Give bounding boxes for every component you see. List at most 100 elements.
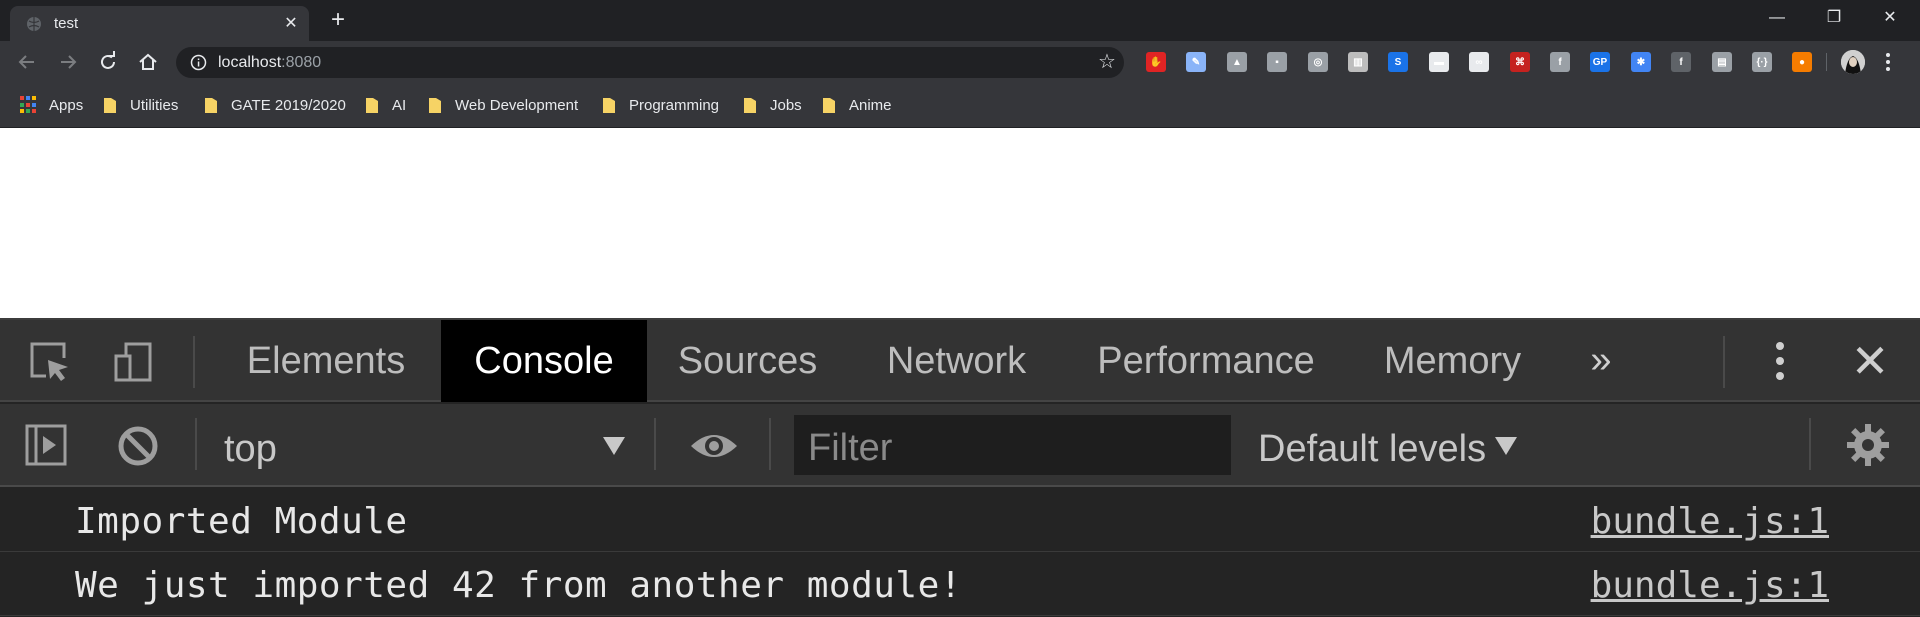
console-source-link[interactable]: bundle.js:1 [1591,565,1829,606]
bookmark-apps[interactable]: Apps [20,95,83,115]
tab-elements[interactable]: Elements [226,320,426,402]
folder-icon [823,97,835,113]
tab-strip: test ✕ + — ❐ ✕ [0,0,1920,41]
bookmark-label: AI [392,96,407,114]
devtools-separator [769,418,771,470]
folder-icon [205,97,217,113]
bookmark-folder-gate[interactable]: GATE 2019/2020 [204,95,346,115]
tab-close-icon[interactable]: ✕ [283,16,299,32]
devtools-separator [654,418,656,470]
console-source-link[interactable]: bundle.js:1 [1591,501,1829,542]
log-levels-dropdown[interactable]: Default levels [1258,428,1486,471]
back-icon[interactable] [14,49,40,75]
inspect-element-icon[interactable] [28,340,72,384]
avatar[interactable] [1841,50,1865,74]
gear-blue-icon[interactable]: ✱ [1631,52,1651,72]
tab-memory[interactable]: Memory [1356,320,1549,402]
facebook-icon[interactable]: f [1671,52,1691,72]
console-message-text: Imported Module [75,501,408,542]
browser-menu-icon[interactable] [1884,51,1892,73]
devtools-separator [1723,336,1725,388]
pdf-icon[interactable]: ⌘ [1510,52,1530,72]
url-port: :8080 [281,54,322,71]
tab-sources[interactable]: Sources [660,320,835,402]
android-icon[interactable]: ▪ [1267,52,1287,72]
new-tab-button[interactable]: + [326,8,350,33]
bookmark-label: Utilities [130,96,179,114]
console-toolbar: top Filter Default levels [0,404,1920,487]
info-icon[interactable] [190,54,207,71]
url-host: localhost [218,54,282,71]
devtools-separator [1809,418,1811,470]
printer-icon[interactable]: ▤ [1712,52,1732,72]
bookmark-star-icon[interactable]: ☆ [1098,52,1118,72]
apps-grid-icon [20,96,38,114]
console-message: Imported Module bundle.js:1 [0,489,1920,552]
minimize-icon[interactable]: — [1765,6,1789,30]
home-icon[interactable] [135,49,161,75]
more-tabs-icon[interactable]: » [1584,341,1618,380]
browser-toolbar: localhost:8080 ☆ ✋ ✎ ▲ ▪ ◎ ▥ S ▬ ∞ ⌘ f GP ✱ f ▤ {·} ● [0,41,1920,82]
folder-icon [104,97,116,113]
toolbar-divider [1826,53,1827,71]
bookmark-folder-web-development[interactable]: Web Development [428,95,578,115]
bookmarks-bar: Apps Utilities GATE 2019/2020 AI Web Dev… [0,82,1920,128]
reload-icon[interactable] [95,49,121,75]
ninja-icon[interactable]: ▬ [1429,52,1449,72]
eye-icon[interactable] [689,424,739,468]
bookmark-folder-utilities[interactable]: Utilities [103,95,178,115]
adblock-icon[interactable]: ✋ [1146,52,1166,72]
bookmark-label: Anime [849,96,892,114]
bookmark-folder-ai[interactable]: AI [365,95,406,115]
window-close-icon[interactable]: ✕ [1878,6,1902,30]
color-picker-icon[interactable]: ✎ [1186,52,1206,72]
bookmark-label: Apps [49,96,84,114]
url-text: localhost:8080 [218,54,321,72]
device-toolbar-icon[interactable] [112,340,156,384]
chevron-down-icon[interactable] [602,436,626,456]
clear-console-icon[interactable] [116,424,160,468]
tab-console[interactable]: Console [441,320,647,402]
bookmark-label: Jobs [770,96,802,114]
goggles-icon[interactable]: ∞ [1469,52,1489,72]
devtools-ext-icon[interactable]: {·} [1752,52,1772,72]
devtools-menu-icon[interactable] [1775,340,1785,382]
font-icon[interactable]: f [1550,52,1570,72]
console-message-text: We just imported 42 from another module! [75,565,962,606]
devtools-panel: Elements Console Sources Network Perform… [0,318,1920,617]
folder-icon [603,97,615,113]
console-message: We just imported 42 from another module!… [0,553,1920,616]
devtools-separator [195,418,197,470]
bookmark-folder-jobs[interactable]: Jobs [743,95,802,115]
skype-icon[interactable]: S [1388,52,1408,72]
tab-performance[interactable]: Performance [1086,320,1326,402]
browser-tab[interactable]: test ✕ [10,6,309,41]
bookmark-label: Programming [629,96,720,114]
gear-icon[interactable] [1846,423,1890,467]
chevron-down-icon[interactable] [1494,436,1518,456]
folder-icon [429,97,441,113]
show-sidebar-icon[interactable] [24,423,68,467]
bookmark-label: GATE 2019/2020 [231,96,346,114]
bookmark-folder-programming[interactable]: Programming [602,95,719,115]
tab-network[interactable]: Network [858,320,1055,402]
library-icon[interactable]: ▥ [1348,52,1368,72]
media-icon[interactable]: ◎ [1308,52,1328,72]
filter-placeholder: Filter [808,427,893,469]
address-bar[interactable]: localhost:8080 ☆ [176,47,1124,78]
devtools-tab-bar: Elements Console Sources Network Perform… [0,320,1920,402]
devtools-close-icon[interactable]: ✕ [1850,338,1890,384]
devtools-separator [193,336,195,388]
forward-icon[interactable] [55,49,81,75]
folder-icon [744,97,756,113]
fire-icon[interactable]: ● [1792,52,1812,72]
drive-icon[interactable]: ▲ [1227,52,1247,72]
gp-icon[interactable]: GP [1590,52,1610,72]
bookmark-label: Web Development [455,96,579,114]
tab-title: test [54,15,79,32]
context-selector[interactable]: top [224,428,277,471]
bookmark-folder-anime[interactable]: Anime [822,95,892,115]
restore-icon[interactable]: ❐ [1822,6,1846,30]
filter-input[interactable]: Filter [794,415,1231,475]
page-content [0,128,1920,318]
